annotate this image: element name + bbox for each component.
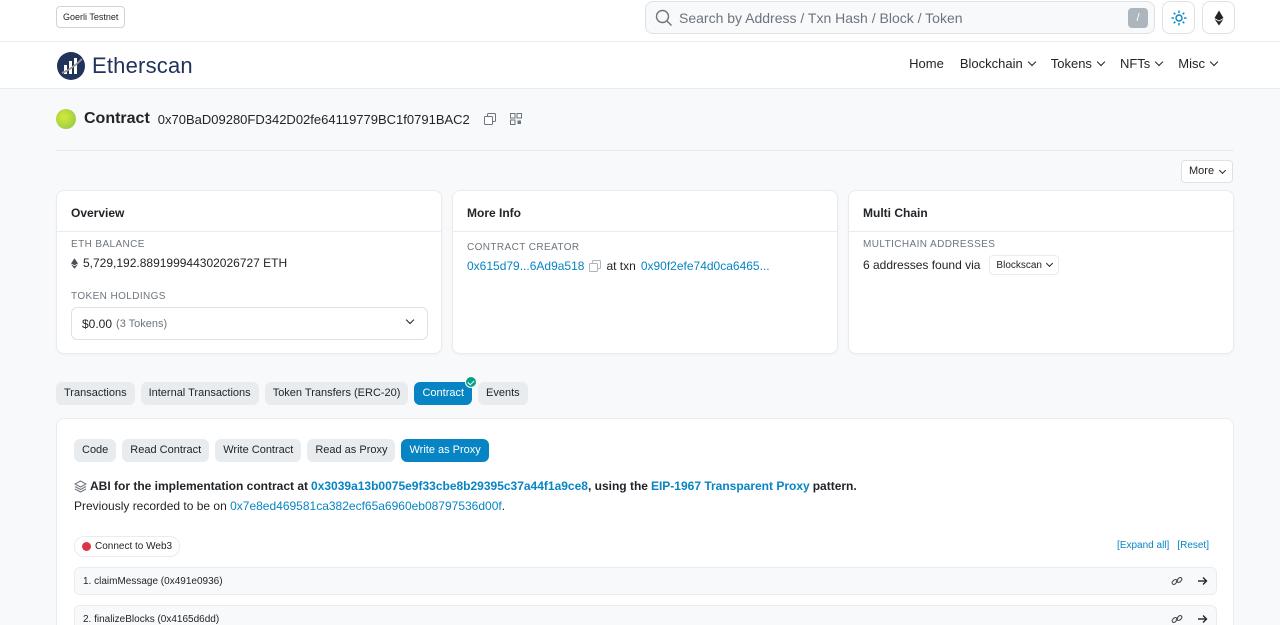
- subtab-read-contract[interactable]: Read Contract: [122, 439, 210, 462]
- multichain-title: Multi Chain: [863, 206, 928, 220]
- link-icon[interactable]: [1171, 575, 1183, 587]
- nav-blockchain[interactable]: Blockchain: [952, 56, 1043, 71]
- copy-icon[interactable]: [589, 260, 602, 272]
- subtab-write-as-proxy[interactable]: Write as Proxy: [401, 439, 489, 462]
- chevron-down-icon: [1096, 57, 1106, 67]
- main-nav: Home Blockchain Tokens NFTs Misc: [901, 56, 1225, 71]
- etherscan-logo-icon: [57, 52, 85, 80]
- subtab-code[interactable]: Code: [74, 439, 117, 462]
- proxy-pattern-link[interactable]: EIP-1967 Transparent Proxy: [651, 479, 810, 493]
- function-row[interactable]: 2. finalizeBlocks (0x4165d6dd): [74, 605, 1217, 625]
- contract-creator: 0x615d79...6Ad9a518 at txn 0x90f2efe74d0…: [467, 259, 770, 273]
- more-button[interactable]: More: [1181, 160, 1234, 183]
- blockscan-dropdown[interactable]: Blockscan: [989, 255, 1059, 275]
- contract-subtabs: Code Read Contract Write Contract Read a…: [74, 439, 489, 462]
- verified-check-icon: [465, 376, 478, 388]
- eth-balance-label: ETH BALANCE: [71, 239, 145, 250]
- multichain-card: Multi Chain MULTICHAIN ADDRESSES 6 addre…: [848, 190, 1234, 354]
- search-shortcut-badge: /: [1128, 8, 1148, 28]
- abi-middle: , using the: [587, 479, 648, 493]
- chevron-down-icon: [1027, 57, 1036, 67]
- network-switch-button[interactable]: [1202, 1, 1235, 34]
- chevron-down-icon: [1219, 166, 1227, 174]
- arrow-right-icon[interactable]: [1197, 576, 1208, 586]
- token-holdings-dropdown[interactable]: $0.00 (3 Tokens): [71, 307, 428, 340]
- card-divider: [57, 231, 441, 232]
- chevron-down-icon: [405, 315, 415, 325]
- function-label: 1. claimMessage (0x491e0936): [83, 575, 223, 587]
- card-divider: [453, 231, 837, 232]
- previous-address-link[interactable]: 0x7e8ed469581ca382ecf65a6960eb08797536d0…: [230, 499, 502, 513]
- abi-info: ABI for the implementation contract at 0…: [74, 479, 857, 493]
- reset-link[interactable]: [Reset]: [1177, 540, 1209, 551]
- multichain-label: MULTICHAIN ADDRESSES: [863, 239, 996, 250]
- nav-home[interactable]: Home: [901, 56, 952, 71]
- overview-title: Overview: [71, 206, 125, 220]
- tab-contract[interactable]: Contract: [414, 376, 478, 405]
- contract-creator-label: CONTRACT CREATOR: [467, 242, 580, 253]
- brand-name: Etherscan: [92, 53, 193, 78]
- brand-logo[interactable]: Etherscan: [56, 51, 193, 81]
- multichain-addresses: 6 addresses found via Blockscan: [863, 255, 1059, 275]
- search-box[interactable]: Search by Address / Txn Hash / Block / T…: [645, 1, 1155, 34]
- function-label: 2. finalizeBlocks (0x4165d6dd): [83, 613, 220, 625]
- link-icon[interactable]: [1171, 613, 1183, 625]
- contract-avatar-icon: [56, 109, 76, 129]
- contract-panel: Code Read Contract Write Contract Read a…: [56, 418, 1234, 625]
- subtab-write-contract[interactable]: Write Contract: [215, 439, 302, 462]
- token-holdings-value: $0.00: [82, 316, 113, 331]
- tab-internal-transactions[interactable]: Internal Transactions: [140, 382, 259, 405]
- disconnected-status-icon: [82, 542, 91, 551]
- header-divider: [56, 150, 1234, 151]
- ethereum-icon: [1214, 10, 1224, 26]
- expand-all-link[interactable]: [Expand all]: [1117, 540, 1169, 551]
- search-input[interactable]: Search by Address / Txn Hash / Block / T…: [679, 10, 963, 26]
- connect-web3-button[interactable]: Connect to Web3: [74, 536, 181, 557]
- eth-balance-value: 5,729,192.889199944302026727 ETH: [83, 256, 288, 270]
- nav-nfts[interactable]: NFTs: [1112, 56, 1170, 71]
- chevron-down-icon: [1209, 57, 1219, 67]
- contract-address: 0x70BaD09280FD342D02fe64119779BC1f0791BA…: [157, 111, 470, 127]
- network-badge[interactable]: Goerli Testnet: [56, 6, 126, 28]
- chevron-down-icon: [1155, 57, 1164, 67]
- implementation-address-link[interactable]: 0x3039a13b0075e9f33cbe8b29395c37a44f1a9c…: [311, 479, 588, 493]
- chevron-down-icon: [1045, 259, 1054, 268]
- more-info-title: More Info: [467, 206, 521, 220]
- card-divider: [849, 231, 1233, 232]
- layers-icon: [74, 479, 87, 493]
- search-icon: [655, 9, 672, 26]
- tab-events[interactable]: Events: [478, 382, 528, 405]
- contract-tabs: Transactions Internal Transactions Token…: [56, 376, 528, 405]
- expand-controls: [Expand all] [Reset]: [1117, 540, 1209, 551]
- previous-implementation: Previously recorded to be on 0x7e8ed4695…: [74, 499, 506, 513]
- at-txn-label: at txn: [606, 259, 636, 273]
- qr-code-icon[interactable]: [509, 113, 522, 125]
- top-bar: Goerli Testnet Search by Address / Txn H…: [0, 0, 1280, 42]
- eth-balance: 5,729,192.889199944302026727 ETH: [71, 256, 287, 270]
- abi-suffix: pattern.: [812, 479, 857, 493]
- abi-prefix: ABI for the implementation contract at: [90, 479, 309, 493]
- contract-header: Contract 0x70BaD09280FD342D02fe64119779B…: [56, 108, 536, 130]
- token-holdings-label: TOKEN HOLDINGS: [71, 291, 166, 302]
- function-row[interactable]: 1. claimMessage (0x491e0936): [74, 567, 1217, 595]
- tab-transactions[interactable]: Transactions: [56, 382, 135, 405]
- more-info-card: More Info CONTRACT CREATOR 0x615d79...6A…: [452, 190, 838, 354]
- nav-misc[interactable]: Misc: [1170, 56, 1225, 71]
- page-title: Contract: [84, 110, 150, 127]
- copy-icon[interactable]: [483, 113, 496, 125]
- token-holdings-count: (3 Tokens): [116, 317, 168, 330]
- tab-token-transfers[interactable]: Token Transfers (ERC-20): [264, 382, 409, 405]
- nav-tokens[interactable]: Tokens: [1043, 56, 1112, 71]
- theme-toggle-button[interactable]: [1162, 1, 1195, 34]
- sun-icon: [1171, 10, 1187, 26]
- nav-bar: Etherscan Home Blockchain Tokens NFTs Mi…: [0, 42, 1280, 89]
- subtab-read-as-proxy[interactable]: Read as Proxy: [307, 439, 396, 462]
- multichain-value: 6 addresses found via: [863, 258, 981, 272]
- arrow-right-icon[interactable]: [1197, 614, 1208, 624]
- overview-card: Overview ETH BALANCE 5,729,192.889199944…: [56, 190, 442, 354]
- creator-address-link[interactable]: 0x615d79...6Ad9a518: [467, 259, 584, 273]
- creation-txn-link[interactable]: 0x90f2efe74d0ca6465...: [641, 259, 770, 273]
- ethereum-icon: [71, 257, 78, 269]
